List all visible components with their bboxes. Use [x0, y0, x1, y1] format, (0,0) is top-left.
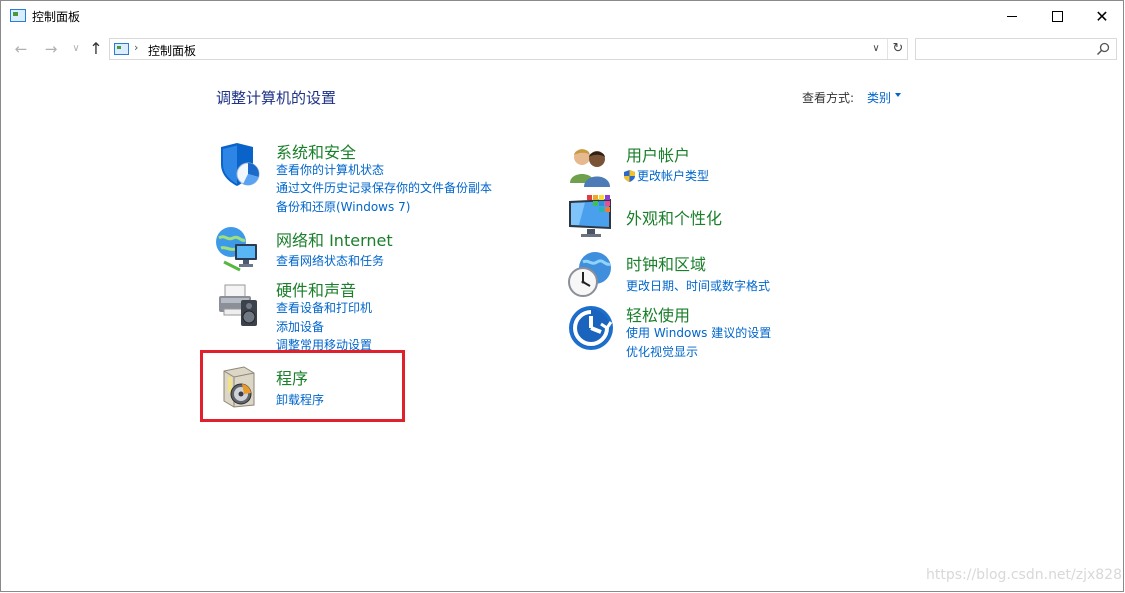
view-by-dropdown-arrow-icon[interactable] — [895, 93, 901, 97]
category-title-ease-of-access[interactable]: 轻松使用 — [626, 302, 690, 326]
window-title: 控制面板 — [32, 10, 81, 24]
up-arrow-icon[interactable]: ↑ — [87, 38, 105, 60]
control-panel-location-icon — [114, 43, 129, 55]
title-bar[interactable]: 控制面板 ✕ — [1, 1, 1123, 32]
minimize-button[interactable] — [989, 1, 1035, 32]
category-title-network-internet[interactable]: 网络和 Internet — [276, 227, 393, 251]
category-title-appearance-personalization[interactable]: 外观和个性化 — [626, 205, 722, 229]
breadcrumb-chevron-icon[interactable]: › — [134, 41, 138, 54]
category-title-user-accounts[interactable]: 用户帐户 — [626, 142, 690, 166]
close-icon: ✕ — [1095, 7, 1109, 26]
shield-pie-icon[interactable] — [215, 142, 263, 190]
minimize-icon — [1007, 15, 1017, 17]
link-optimize-visual-display[interactable]: 优化视觉显示 — [626, 343, 698, 360]
category-title-hardware-sound[interactable]: 硬件和声音 — [276, 277, 356, 301]
breadcrumb[interactable]: 控制面板 — [148, 42, 196, 59]
maximize-button[interactable] — [1034, 1, 1080, 32]
view-by-dropdown[interactable]: 类别 — [867, 89, 891, 106]
category-title-programs[interactable]: 程序 — [276, 365, 308, 389]
link-change-date-time-format[interactable]: 更改日期、时间或数字格式 — [626, 277, 770, 294]
printer-speaker-icon[interactable] — [215, 280, 263, 328]
link-change-account-type-label[interactable]: 更改帐户类型 — [637, 169, 709, 183]
link-devices-printers[interactable]: 查看设备和打印机 — [276, 299, 372, 316]
uac-shield-icon — [624, 170, 635, 182]
link-add-device[interactable]: 添加设备 — [276, 318, 324, 335]
close-button[interactable]: ✕ — [1079, 1, 1125, 32]
link-change-account-type[interactable]: 更改帐户类型 — [624, 167, 709, 184]
page-title: 调整计算机的设置 — [216, 89, 337, 107]
address-dropdown-icon[interactable]: ∨ — [868, 40, 884, 58]
ease-of-access-icon[interactable] — [567, 304, 615, 352]
monitor-colors-icon[interactable] — [567, 193, 615, 241]
view-by-label: 查看方式: — [802, 91, 855, 105]
link-uninstall-program[interactable]: 卸载程序 — [276, 391, 324, 408]
category-title-system-security[interactable]: 系统和安全 — [276, 139, 356, 163]
link-file-history[interactable]: 通过文件历史记录保存你的文件备份副本 — [276, 179, 492, 196]
address-bar[interactable]: › 控制面板 ∨ ↻ — [109, 38, 908, 60]
link-view-computer-status[interactable]: 查看你的计算机状态 — [276, 161, 384, 178]
clock-globe-icon[interactable] — [567, 250, 615, 298]
control-panel-window: 控制面板 ✕ ← → ∨ ↑ › 控制面板 ∨ ↻ 调整计算机的设置 查看方式:… — [0, 0, 1124, 592]
back-arrow-icon[interactable]: ← — [12, 38, 30, 60]
link-backup-restore[interactable]: 备份和还原(Windows 7) — [276, 198, 410, 215]
forward-arrow-icon[interactable]: → — [42, 38, 60, 60]
search-icon[interactable] — [1096, 42, 1110, 56]
search-input[interactable] — [915, 38, 1117, 60]
link-recommended-settings[interactable]: 使用 Windows 建议的设置 — [626, 324, 771, 341]
recent-locations-chevron-icon[interactable]: ∨ — [67, 38, 85, 60]
navigation-bar: ← → ∨ ↑ › 控制面板 ∨ ↻ — [1, 35, 1123, 63]
maximize-icon — [1051, 10, 1063, 22]
programs-disc-icon[interactable] — [218, 363, 262, 409]
control-panel-app-icon — [10, 9, 26, 22]
category-title-clock-region[interactable]: 时钟和区域 — [626, 251, 706, 275]
refresh-icon[interactable]: ↻ — [887, 39, 908, 59]
watermark: https://blog.csdn.net/zjx828 — [926, 567, 1122, 583]
network-globe-icon[interactable] — [214, 224, 262, 272]
link-network-status[interactable]: 查看网络状态和任务 — [276, 252, 384, 269]
users-icon[interactable] — [567, 143, 615, 191]
